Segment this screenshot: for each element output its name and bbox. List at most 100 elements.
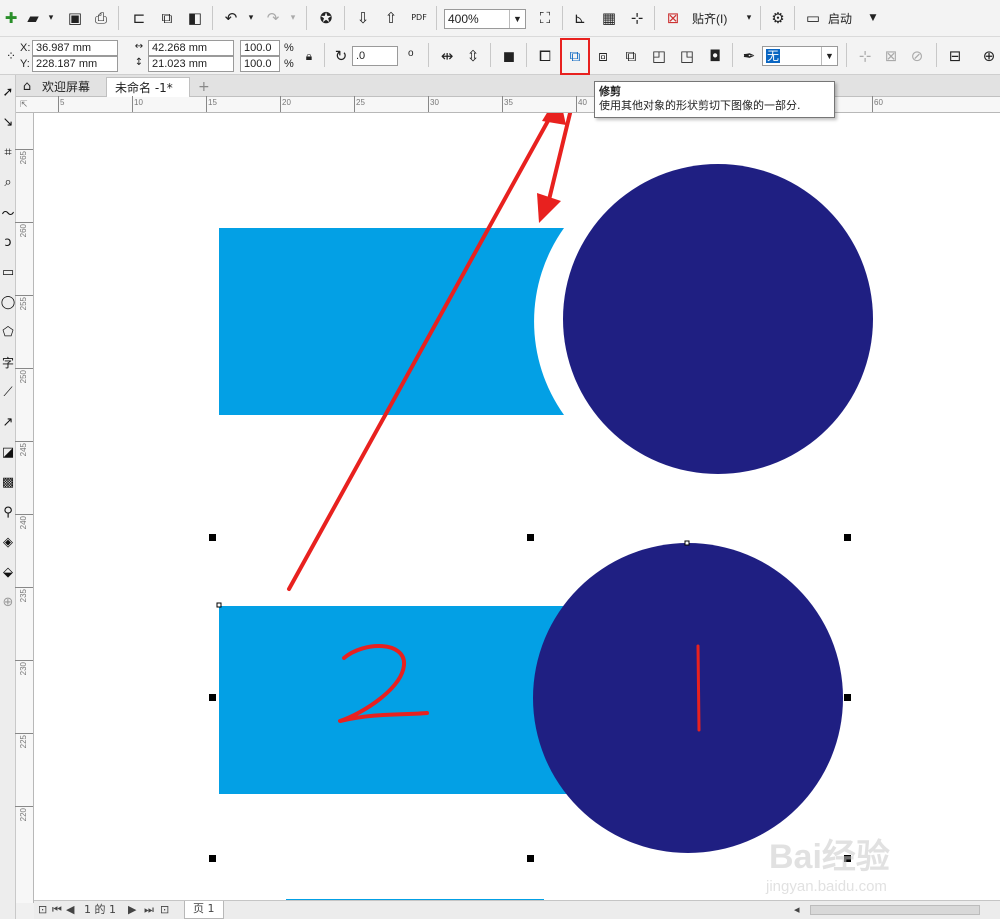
pick-tool-icon[interactable]: ➚ <box>0 81 16 103</box>
paste-icon[interactable]: ◧ <box>184 7 206 29</box>
node-handle[interactable] <box>684 540 690 546</box>
object-origin-icon[interactable]: ⁘ <box>0 45 22 67</box>
ruler-tick-label: 35 <box>504 98 513 107</box>
polygon-tool-icon[interactable]: ⬠ <box>0 321 16 343</box>
weld-icon[interactable]: ⧠ <box>534 45 556 67</box>
import-icon[interactable]: ⇩ <box>352 7 374 29</box>
open-dropdown-icon[interactable]: ▾ <box>40 7 62 29</box>
parallel-dimension-tool-icon[interactable]: ⟋ <box>0 381 16 403</box>
full-screen-icon[interactable]: ⛶ <box>534 7 556 29</box>
ruler-tick-label: 10 <box>134 98 143 107</box>
drop-shadow-tool-icon[interactable]: ◪ <box>0 441 16 463</box>
print-icon[interactable]: ⎙ <box>90 7 112 29</box>
chevron-down-icon[interactable]: ▼ <box>821 47 837 65</box>
scale-height-field[interactable]: 100.0 <box>240 56 280 72</box>
snap-to-button[interactable]: 贴齐(I) <box>692 12 727 26</box>
mirror-vertical-icon[interactable]: ⇳ <box>462 45 484 67</box>
undo-dropdown-icon[interactable]: ▾ <box>240 7 262 29</box>
previous-page-first-icon[interactable]: ⏮ <box>52 903 62 917</box>
combine-icon[interactable]: ◼ <box>498 45 520 67</box>
transparency-tool-icon[interactable]: ▩ <box>0 471 16 493</box>
add-tab-button[interactable]: + <box>190 77 218 97</box>
eyedropper-tool-icon[interactable]: ⚲ <box>0 501 16 523</box>
ellipse-tool-icon[interactable]: ◯ <box>0 291 16 313</box>
bottom-circle[interactable] <box>533 543 843 853</box>
artistic-media-tool-icon[interactable]: ↄ <box>0 231 16 253</box>
new-document-icon[interactable]: ✚ <box>0 7 22 29</box>
lock-ratio-icon[interactable]: 🔒︎ <box>298 45 320 67</box>
freehand-tool-icon[interactable]: 〜 <box>0 201 16 223</box>
rotation-field[interactable]: .0 <box>352 46 398 66</box>
percent-label: % <box>284 58 294 70</box>
redo-icon[interactable]: ↷ <box>262 7 284 29</box>
node-handle[interactable] <box>216 602 222 608</box>
cut-icon[interactable]: ⊏ <box>128 7 150 29</box>
x-position-field[interactable]: 36.987 mm <box>32 40 118 56</box>
page-count-label: 1 的 1 <box>84 903 116 916</box>
wrap-text-icon[interactable]: ⊹ <box>854 45 876 67</box>
crop-tool-icon[interactable]: ⌗ <box>0 141 16 163</box>
break-apart-icon[interactable]: ⊠ <box>880 45 902 67</box>
publish-pdf-icon[interactable]: PDF <box>408 7 430 29</box>
width-field[interactable]: 42.268 mm <box>148 40 234 56</box>
ruler-tick <box>15 806 33 807</box>
outline-pen-icon[interactable]: ✒ <box>738 45 760 67</box>
connector-tool-icon[interactable]: ↗ <box>0 411 16 433</box>
zoom-tool-icon[interactable]: ⌕ <box>0 171 16 193</box>
add-page-icon[interactable]: ⊡ <box>160 903 169 917</box>
undo-icon[interactable]: ↶ <box>220 7 242 29</box>
scale-width-field[interactable]: 100.0 <box>240 40 280 56</box>
unlock-icon[interactable]: ⊘ <box>906 45 928 67</box>
rectangle-tool-icon[interactable]: ▭ <box>0 261 16 283</box>
save-icon[interactable]: ▣ <box>64 7 86 29</box>
snap-off-icon[interactable]: ⊠ <box>662 7 684 29</box>
interactive-fill-tool-icon[interactable]: ◈ <box>0 531 16 553</box>
y-position-field[interactable]: 228.187 mm <box>32 56 118 72</box>
create-boundary-icon[interactable]: ◘ <box>704 45 726 67</box>
show-guidelines-icon[interactable]: ⊹ <box>626 7 648 29</box>
horizontal-scrollbar[interactable] <box>810 905 980 915</box>
simplify-icon[interactable]: ⧉ <box>620 45 642 67</box>
text-tool-icon[interactable]: 字 <box>0 351 16 373</box>
outline-width-select[interactable]: 无 ▼ <box>762 46 838 66</box>
previous-page-icon[interactable]: ◀ <box>66 903 74 917</box>
ruler-tick <box>15 514 33 515</box>
show-grid-icon[interactable]: ▦ <box>598 7 620 29</box>
show-rulers-icon[interactable]: ⊾ <box>569 7 591 29</box>
shape-tool-icon[interactable]: ↘ <box>0 111 16 133</box>
ruler-tick <box>58 96 59 112</box>
options-gear-icon[interactable]: ⚙ <box>767 7 789 29</box>
first-page-icon[interactable]: ⊡ <box>38 903 47 917</box>
zoom-level-select[interactable]: 400% ▼ <box>444 9 526 29</box>
corel-connect-icon[interactable]: ✪ <box>315 7 337 29</box>
ruler-tick-label: 250 <box>19 370 28 384</box>
last-page-icon[interactable]: ⏭ <box>144 903 154 917</box>
redo-dropdown-icon[interactable]: ▾ <box>282 7 304 29</box>
scroll-left-icon[interactable]: ◂ <box>794 903 800 917</box>
tab-untitled-document[interactable]: 未命名 -1* <box>106 77 190 97</box>
copy-icon[interactable]: ⧉ <box>156 7 178 29</box>
launch-dropdown-icon[interactable]: ▼ <box>862 7 884 29</box>
ruler-tick <box>15 149 33 150</box>
front-minus-back-icon[interactable]: ◰ <box>648 45 670 67</box>
smart-fill-tool-icon[interactable]: ⬙ <box>0 561 16 583</box>
mirror-horizontal-icon[interactable]: ⇹ <box>436 45 458 67</box>
height-field[interactable]: 21.023 mm <box>148 56 234 72</box>
tab-welcome-screen[interactable]: 欢迎屏幕 <box>34 77 98 97</box>
next-page-icon[interactable]: ▶ <box>128 903 136 917</box>
launch-button[interactable]: 启动 <box>828 12 852 26</box>
intersect-icon[interactable]: ⧈ <box>592 45 614 67</box>
drawing-canvas[interactable]: Bai经验 jingyan.baidu.com <box>34 113 1000 903</box>
quick-customize-icon[interactable]: ⊕ <box>978 45 1000 67</box>
application-launcher-icon[interactable]: ▭ <box>802 7 824 29</box>
export-icon[interactable]: ⇧ <box>380 7 402 29</box>
top-circle[interactable] <box>563 164 873 474</box>
back-minus-front-icon[interactable]: ◳ <box>676 45 698 67</box>
align-distribute-icon[interactable]: ⊟ <box>944 45 966 67</box>
add-tool-icon[interactable]: ⊕ <box>0 591 16 613</box>
chevron-down-icon[interactable]: ▼ <box>509 10 525 28</box>
page-tab[interactable]: 页 1 <box>184 901 224 919</box>
snap-dropdown-icon[interactable]: ▾ <box>738 7 760 29</box>
trimmed-rectangle[interactable] <box>219 228 564 415</box>
ruler-tick-label: 225 <box>19 735 28 749</box>
